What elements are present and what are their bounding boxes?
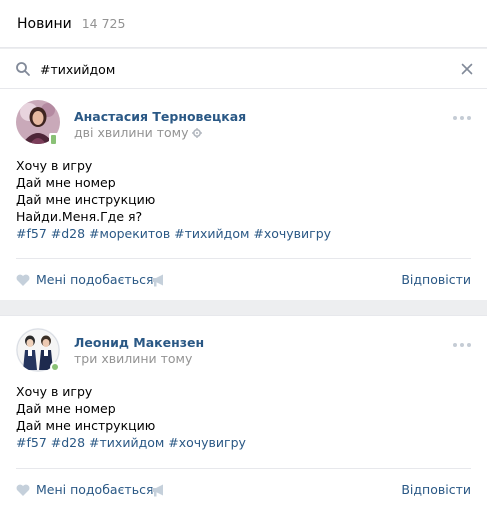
heart-icon <box>16 274 30 286</box>
post: Леонид Макензен три хвилини тому Хочу в … <box>0 315 487 507</box>
online-indicator <box>50 362 60 372</box>
megaphone-icon[interactable] <box>151 274 165 287</box>
post-time[interactable]: дві хвилини тому <box>74 125 203 140</box>
search-icon <box>16 62 30 76</box>
post-text: Хочу в игру Дай мне номер Дай мне инстру… <box>16 383 246 451</box>
post-text: Хочу в игру Дай мне номер Дай мне инстру… <box>16 157 331 242</box>
mobile-online-indicator <box>49 133 58 146</box>
search-bar <box>0 49 487 89</box>
divider <box>16 258 471 259</box>
post-author[interactable]: Леонид Макензен <box>74 335 204 350</box>
page-title: Новини <box>17 15 72 32</box>
post-time[interactable]: три хвилини тому <box>74 351 192 366</box>
post-author[interactable]: Анастасия Терновецкая <box>74 109 246 124</box>
post-text-line: Дай мне инструкцию <box>16 192 156 207</box>
post-hashtags[interactable]: #f57 #d28 #тихийдом #хочувигру <box>16 434 246 451</box>
reply-button[interactable]: Відповісти <box>401 482 471 497</box>
like-button[interactable]: Мені подобається <box>16 272 153 287</box>
megaphone-icon[interactable] <box>151 484 165 497</box>
post-text-line: Хочу в игру <box>16 384 93 399</box>
reply-button[interactable]: Відповісти <box>401 272 471 287</box>
post-text-line: Дай мне инструкцию <box>16 418 156 433</box>
post: Анастасия Терновецкая дві хвилини тому Х… <box>0 89 487 300</box>
page-header: Новини 14 725 <box>0 0 487 48</box>
gear-icon <box>192 127 203 138</box>
divider <box>16 468 471 469</box>
post-text-line: Дай мне номер <box>16 401 116 416</box>
post-time-text: три хвилини тому <box>74 351 193 366</box>
post-hashtags[interactable]: #f57 #d28 #морекитов #тихийдом #хочувигр… <box>16 225 331 242</box>
search-input[interactable] <box>40 57 440 81</box>
heart-icon <box>16 484 30 496</box>
post-time-text: дві хвилини тому <box>74 125 189 140</box>
post-text-line: Найди.Меня.Где я? <box>16 209 143 224</box>
clear-icon[interactable] <box>461 63 473 75</box>
more-icon[interactable] <box>453 116 471 120</box>
more-icon[interactable] <box>453 343 471 347</box>
like-label: Мені подобається <box>36 482 154 497</box>
post-text-line: Дай мне номер <box>16 175 116 190</box>
post-text-line: Хочу в игру <box>16 158 93 173</box>
like-label: Мені подобається <box>36 272 154 287</box>
news-count: 14 725 <box>81 16 126 31</box>
like-button[interactable]: Мені подобається <box>16 482 153 497</box>
